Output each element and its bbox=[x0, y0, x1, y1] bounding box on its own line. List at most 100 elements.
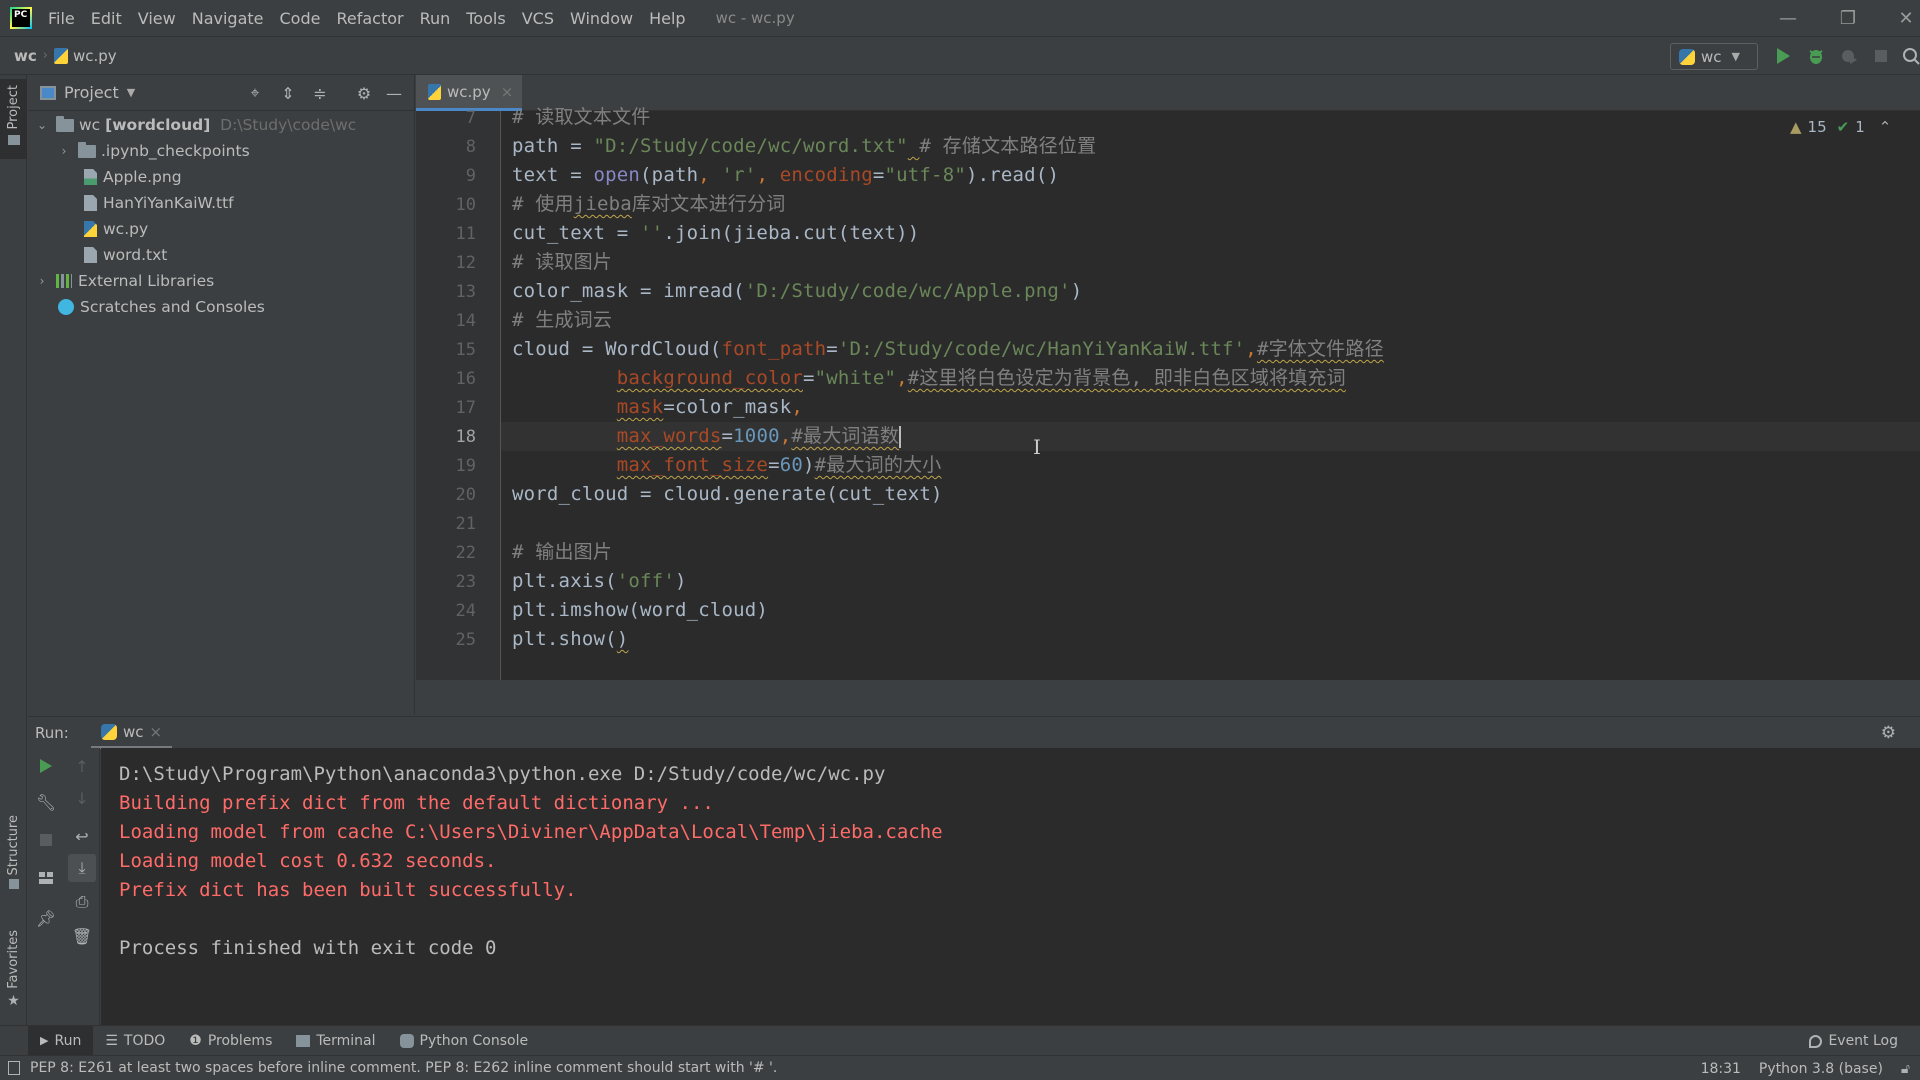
code-line[interactable]: cloud = WordCloud(font_path='D:/Study/co… bbox=[512, 335, 1384, 364]
line-number: 19 bbox=[455, 456, 476, 476]
menu-navigate[interactable]: Navigate bbox=[184, 0, 272, 37]
tool-window-terminal[interactable]: Terminal bbox=[284, 1026, 387, 1056]
run-console-output[interactable]: D:\Study\Program\Python\anaconda3\python… bbox=[101, 748, 1920, 1025]
code-line[interactable]: # 生成词云 bbox=[512, 306, 612, 335]
menu-refactor[interactable]: Refactor bbox=[328, 0, 411, 37]
chevron-right-icon[interactable]: › bbox=[56, 144, 72, 158]
tool-window-python-console[interactable]: Python Console bbox=[388, 1026, 541, 1056]
clear-all-button[interactable]: 🗑︎ bbox=[64, 922, 100, 950]
soft-wrap-button[interactable]: ↩ bbox=[64, 822, 100, 850]
menu-edit[interactable]: Edit bbox=[83, 0, 130, 37]
code-line[interactable]: word_cloud = cloud.generate(cut_text) bbox=[512, 480, 943, 509]
restore-button[interactable]: ❐ bbox=[1828, 0, 1868, 37]
project-tool-window-tab[interactable]: Project bbox=[0, 79, 27, 159]
collapse-all-button[interactable]: ≑ bbox=[310, 83, 330, 103]
code-line[interactable]: # 读取文本文件 bbox=[512, 103, 650, 132]
code-line[interactable]: path = "D:/Study/code/wc/word.txt" # 存储文… bbox=[512, 132, 1096, 161]
breadcrumb-project[interactable]: wc bbox=[14, 47, 37, 65]
code-line[interactable]: max_font_size=60)#最大词的大小 bbox=[512, 451, 942, 480]
favorites-tool-window-tab[interactable]: Favorites ★ bbox=[0, 930, 27, 1030]
lock-icon[interactable]: 🔓︎ bbox=[1901, 1061, 1910, 1077]
close-tab-icon[interactable]: × bbox=[150, 723, 163, 741]
layout-button[interactable] bbox=[28, 864, 64, 892]
code-token: .join(jieba.cut(text)) bbox=[663, 222, 920, 244]
code-line[interactable]: mask=color_mask, bbox=[512, 393, 803, 422]
project-view-selector[interactable]: Project bbox=[64, 83, 119, 102]
code-line[interactable]: # 使用jieba库对文本进行分词 bbox=[512, 190, 786, 219]
code-line[interactable]: text = open(path, 'r', encoding="utf-8")… bbox=[512, 161, 1059, 190]
code-line[interactable]: background_color="white",#这里将白色设定为背景色, 即… bbox=[512, 364, 1346, 393]
code-line[interactable]: plt.show() bbox=[512, 625, 628, 654]
close-window-button[interactable]: ✕ bbox=[1886, 0, 1920, 37]
code-token: # 生成词云 bbox=[512, 309, 613, 331]
tree-item-label: Apple.png bbox=[103, 168, 182, 186]
tool-window-todo[interactable]: ☰ TODO bbox=[93, 1026, 177, 1056]
tree-item-scratches[interactable]: Scratches and Consoles bbox=[58, 294, 265, 320]
project-settings-button[interactable]: ⚙ bbox=[354, 83, 374, 103]
tool-window-event-log[interactable]: Event Log bbox=[1809, 1026, 1898, 1056]
minimize-button[interactable]: — bbox=[1768, 0, 1808, 37]
edit-configuration-button[interactable]: 🔧︎ bbox=[28, 788, 64, 816]
up-stack-button[interactable]: ↑ bbox=[64, 752, 100, 780]
code-line[interactable]: max_words=1000,#最大词语数 bbox=[512, 422, 902, 451]
chevron-right-icon[interactable]: › bbox=[34, 274, 50, 288]
tree-item-file[interactable]: word.txt bbox=[84, 242, 167, 268]
console-line: Loading model from cache C:\Users\Divine… bbox=[119, 821, 943, 843]
code-token: plt.imshow(word_cloud) bbox=[512, 599, 769, 621]
code-token: font_path bbox=[721, 338, 827, 360]
tool-window-run[interactable]: ▶ Run bbox=[28, 1025, 94, 1056]
menu-code[interactable]: Code bbox=[272, 0, 329, 37]
tool-window-problems[interactable]: ❶ Problems bbox=[177, 1026, 284, 1056]
tree-item-project-root[interactable]: ⌄ wc [wordcloud] D:\Study\code\wc bbox=[34, 112, 356, 138]
tree-item-external-libraries[interactable]: › External Libraries bbox=[34, 268, 215, 294]
print-button[interactable]: ⎙ bbox=[64, 888, 100, 916]
editor-tab-wc-py[interactable]: wc.py × bbox=[416, 75, 522, 111]
menu-file[interactable]: File bbox=[40, 0, 83, 37]
run-button[interactable] bbox=[1772, 45, 1794, 67]
locate-file-button[interactable]: ⌖ bbox=[245, 83, 265, 103]
line-number: 21 bbox=[455, 514, 476, 534]
menu-help[interactable]: Help bbox=[641, 0, 693, 37]
cursor-position[interactable]: 18:31 bbox=[1701, 1061, 1741, 1077]
code-line[interactable]: color_mask = imread('D:/Study/code/wc/Ap… bbox=[512, 277, 1082, 306]
code-line[interactable]: # 输出图片 bbox=[512, 538, 612, 567]
code-editor[interactable]: # 读取文本文件 path = "D:/Study/code/wc/word.tx… bbox=[501, 106, 1920, 680]
close-tab-icon[interactable]: × bbox=[501, 83, 514, 101]
code-line[interactable]: cut_text = ''.join(jieba.cut(text)) bbox=[512, 219, 919, 248]
project-tab-label: Project bbox=[6, 85, 21, 130]
debug-button[interactable] bbox=[1805, 45, 1827, 67]
menu-window[interactable]: Window bbox=[562, 0, 641, 37]
code-line[interactable]: plt.imshow(word_cloud) bbox=[512, 596, 768, 625]
expand-all-button[interactable]: ⇕ bbox=[278, 83, 298, 103]
run-with-coverage-button[interactable] bbox=[1838, 45, 1860, 67]
gear-icon[interactable]: ⚙ bbox=[1881, 723, 1896, 743]
tree-item-file[interactable]: HanYiYanKaiW.ttf bbox=[84, 190, 234, 216]
tree-item-folder[interactable]: › .ipynb_checkpoints bbox=[56, 138, 250, 164]
chevron-down-icon[interactable]: ▼ bbox=[127, 86, 135, 99]
toggle-tool-windows-icon[interactable] bbox=[8, 1061, 20, 1075]
inspection-widget[interactable]: ▲ 15 ✔ 1 ⌃ bbox=[1790, 118, 1891, 136]
menu-run[interactable]: Run bbox=[412, 0, 459, 37]
scroll-to-end-button[interactable]: ⤓ bbox=[68, 854, 96, 882]
structure-tool-window-tab[interactable]: Structure bbox=[0, 815, 27, 910]
menu-vcs[interactable]: VCS bbox=[514, 0, 562, 37]
code-line[interactable]: # 读取图片 bbox=[512, 248, 612, 277]
tree-item-file[interactable]: wc.py bbox=[84, 216, 148, 242]
menu-view[interactable]: View bbox=[130, 0, 184, 37]
menu-tools[interactable]: Tools bbox=[458, 0, 513, 37]
chevron-down-icon[interactable]: ⌄ bbox=[34, 118, 50, 132]
hide-panel-button[interactable]: — bbox=[384, 83, 404, 103]
python-interpreter[interactable]: Python 3.8 (base) bbox=[1759, 1061, 1883, 1077]
down-stack-button[interactable]: ↓ bbox=[64, 784, 100, 812]
code-line[interactable]: plt.axis('off') bbox=[512, 567, 687, 596]
run-tab-wc[interactable]: wc × bbox=[91, 717, 173, 749]
run-configuration-dropdown[interactable]: wc ▼ bbox=[1670, 43, 1758, 70]
tree-item-file[interactable]: Apple.png bbox=[84, 164, 182, 190]
rerun-button[interactable] bbox=[28, 752, 64, 780]
search-everywhere-button[interactable] bbox=[1900, 45, 1920, 67]
stop-button[interactable] bbox=[1870, 45, 1892, 67]
pin-tab-button[interactable]: 📌︎ bbox=[28, 904, 64, 932]
breadcrumb-file[interactable]: wc.py bbox=[73, 47, 117, 65]
stop-button[interactable] bbox=[28, 826, 64, 854]
previous-highlight-icon[interactable]: ⌃ bbox=[1879, 118, 1892, 136]
